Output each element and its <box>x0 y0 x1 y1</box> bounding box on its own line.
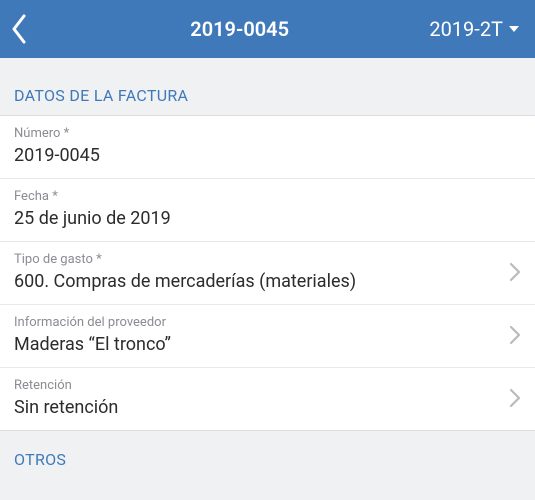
page-title: 2019-0045 <box>50 17 429 41</box>
section-header-invoice: DATOS DE LA FACTURA <box>0 58 535 115</box>
period-label: 2019-2T <box>429 17 503 41</box>
field-label: Fecha * <box>14 189 521 204</box>
chevron-right-icon <box>509 262 521 282</box>
field-label: Tipo de gasto * <box>14 252 499 267</box>
field-label: Retención <box>14 378 499 393</box>
row-date[interactable]: Fecha * 25 de junio de 2019 <box>0 179 535 242</box>
chevron-right-icon <box>509 325 521 345</box>
chevron-left-icon <box>10 14 28 44</box>
field-value: Maderas “El tronco” <box>14 334 499 355</box>
row-expense-type[interactable]: Tipo de gasto * 600. Compras de mercader… <box>0 242 535 305</box>
row-supplier[interactable]: Información del proveedor Maderas “El tr… <box>0 305 535 368</box>
row-number[interactable]: Número * 2019-0045 <box>0 116 535 179</box>
field-label: Número * <box>14 126 521 141</box>
row-retention[interactable]: Retención Sin retención <box>0 368 535 430</box>
caret-down-icon <box>509 26 519 32</box>
section-header-others: OTROS <box>0 431 535 469</box>
field-value: 25 de junio de 2019 <box>14 208 521 229</box>
invoice-fields-list: Número * 2019-0045 Fecha * 25 de junio d… <box>0 115 535 431</box>
field-value: 600. Compras de mercaderías (materiales) <box>14 271 499 292</box>
period-selector[interactable]: 2019-2T <box>429 17 525 41</box>
chevron-right-icon <box>509 388 521 408</box>
field-value: Sin retención <box>14 397 499 418</box>
field-value: 2019-0045 <box>14 145 521 166</box>
back-button[interactable] <box>10 14 50 44</box>
field-label: Información del proveedor <box>14 315 499 330</box>
navbar: 2019-0045 2019-2T <box>0 0 535 58</box>
